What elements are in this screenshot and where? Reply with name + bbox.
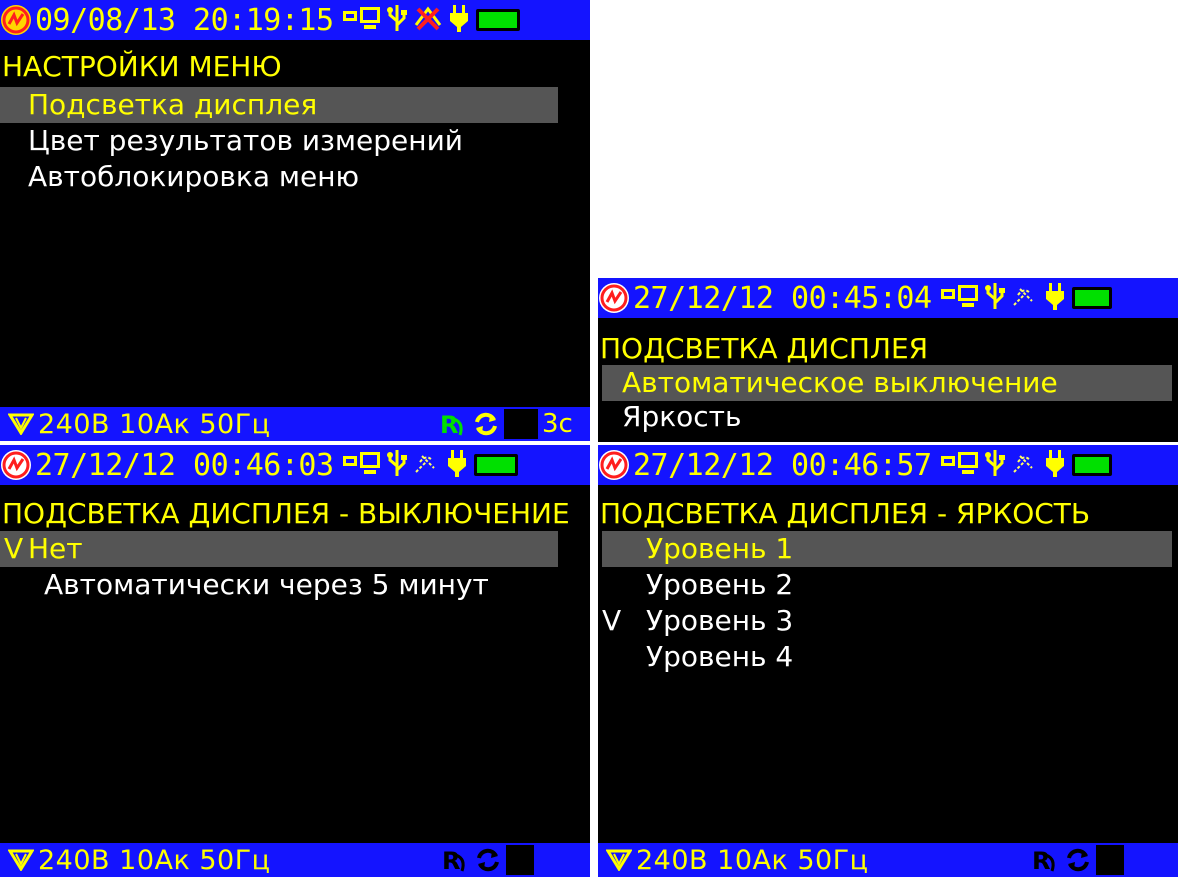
battery-icon	[1071, 454, 1112, 476]
logo-icon	[599, 283, 629, 313]
brightness-level-1[interactable]: Уровень 1	[602, 531, 1172, 567]
datetime: 09/08/13 20:19:15	[35, 2, 334, 38]
recording-icon: R	[440, 411, 463, 439]
gps-icon	[412, 3, 444, 37]
sync-icon	[477, 848, 499, 872]
usb-icon	[386, 3, 408, 37]
datetime: 27/12/12 00:46:03	[35, 447, 334, 483]
screen-backlight: 27/12/12 00:45:04 ПОДСВЕТКА ДИСПЛЕЯ Авто…	[598, 278, 1178, 442]
recording-icon: R	[442, 847, 465, 875]
usb-icon	[984, 281, 1006, 315]
measurement-bar: 240В 10Ак 50Гц R 3с	[0, 407, 590, 441]
logo-icon	[1, 5, 31, 35]
recording-icon: R	[1032, 847, 1055, 875]
menu-item-backlight[interactable]: Подсветка дисплея	[0, 87, 558, 123]
status-bar: 09/08/13 20:19:15	[0, 0, 590, 40]
pc-connection-icon	[342, 5, 382, 35]
usb-icon	[984, 448, 1006, 482]
power-plug-icon	[446, 448, 468, 482]
status-block	[506, 845, 534, 875]
status-bar: 27/12/12 00:46:57	[598, 445, 1178, 485]
power-plug-icon	[1044, 448, 1066, 482]
measurement-readout: 240В 10Ак 50Гц	[636, 844, 869, 876]
screen-backlight-off: 27/12/12 00:46:03 ПОДСВЕТКА ДИСПЛЕЯ - ВЫ…	[0, 445, 590, 877]
screen-menu-settings: 09/08/13 20:19:15 НАСТРОЙКИ МЕНЮ Подсвет…	[0, 0, 590, 441]
page-title: ПОДСВЕТКА ДИСПЛЕЯ	[600, 332, 929, 365]
option-none[interactable]: Нет	[0, 531, 558, 567]
battery-icon	[475, 9, 520, 31]
logo-icon	[1, 450, 31, 480]
gps-icon	[1010, 448, 1040, 482]
phase-triangle-icon	[606, 849, 632, 871]
battery-icon	[473, 454, 518, 476]
phase-triangle-icon	[8, 413, 34, 435]
datetime: 27/12/12 00:45:04	[633, 280, 932, 316]
menu-item-auto-off[interactable]: Автоматическое выключение	[602, 365, 1172, 401]
status-bar: 27/12/12 00:45:04	[598, 278, 1178, 318]
brightness-level-4[interactable]: Уровень 4	[598, 639, 793, 675]
menu-item-result-color[interactable]: Цвет результатов измерений	[0, 123, 463, 159]
measurement-readout: 240В 10Ак 50Гц	[38, 844, 271, 876]
measurement-bar: 240В 10Ак 50Гц R	[598, 843, 1178, 877]
measurement-readout: 240В 10Ак 50Гц	[38, 408, 271, 440]
option-auto-5min[interactable]: Автоматически через 5 минут	[0, 567, 489, 603]
gps-icon	[1010, 281, 1040, 315]
logo-icon	[599, 450, 629, 480]
svg-text:R: R	[440, 411, 458, 439]
pc-connection-icon	[940, 283, 980, 313]
power-plug-icon	[1044, 281, 1066, 315]
pc-connection-icon	[342, 450, 382, 480]
svg-text:R: R	[442, 847, 460, 875]
battery-icon	[1071, 287, 1112, 309]
status-bar: 27/12/12 00:46:03	[0, 445, 590, 485]
page-title: ПОДСВЕТКА ДИСПЛЕЯ - ВЫКЛЮЧЕНИЕ	[2, 497, 570, 530]
datetime: 27/12/12 00:46:57	[633, 447, 932, 483]
usb-icon	[386, 448, 408, 482]
menu-item-brightness[interactable]: Яркость	[598, 399, 741, 435]
brightness-level-2[interactable]: Уровень 2	[598, 567, 793, 603]
power-plug-icon	[448, 3, 470, 37]
selected-check: V	[4, 532, 24, 565]
timer: 3с	[542, 409, 573, 439]
page-title: НАСТРОЙКИ МЕНЮ	[2, 50, 282, 83]
pc-connection-icon	[940, 450, 980, 480]
page-title: ПОДСВЕТКА ДИСПЛЕЯ - ЯРКОСТЬ	[600, 497, 1091, 530]
sync-icon	[1067, 848, 1089, 872]
sync-icon	[475, 412, 497, 436]
status-block	[504, 409, 538, 439]
brightness-level-3[interactable]: Уровень 3	[598, 603, 793, 639]
status-block	[1096, 845, 1124, 875]
menu-item-autolock[interactable]: Автоблокировка меню	[0, 159, 359, 195]
gps-icon	[412, 448, 442, 482]
svg-text:R: R	[1032, 847, 1050, 875]
screen-backlight-brightness: 27/12/12 00:46:57 ПОДСВЕТКА ДИСПЛЕЯ - ЯР…	[598, 445, 1178, 877]
measurement-bar: 240В 10Ак 50Гц R	[0, 843, 590, 877]
phase-triangle-icon	[8, 849, 34, 871]
